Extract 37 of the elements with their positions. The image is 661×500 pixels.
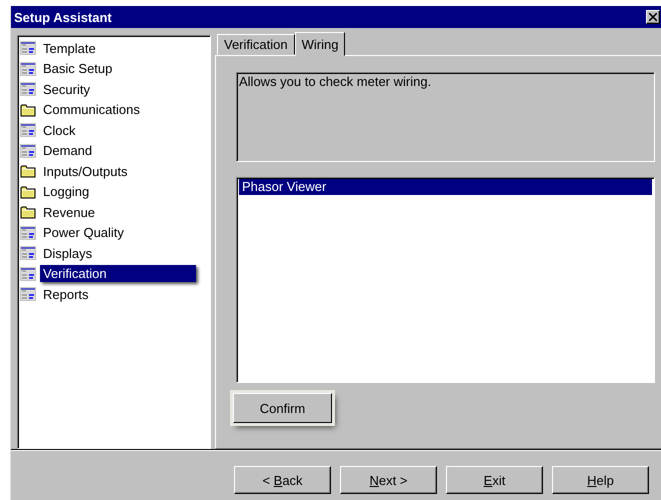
document-icon (20, 81, 36, 98)
tree-item[interactable]: Reports (40, 286, 92, 303)
tree-item[interactable]: Communications (40, 101, 143, 118)
folder-icon (20, 204, 36, 220)
document-icon (20, 224, 36, 241)
tree-item[interactable]: Displays (40, 244, 96, 262)
wizard-button[interactable]: Help (552, 466, 649, 494)
folder-icon (20, 184, 36, 200)
document-icon (20, 122, 36, 138)
folder-icon (20, 102, 36, 118)
tree-item[interactable]: Logging (40, 183, 92, 200)
tree-item[interactable]: Demand (40, 142, 96, 160)
folder-icon (20, 163, 36, 180)
document-icon (20, 142, 36, 159)
wizard-button[interactable]: Next > (340, 466, 437, 494)
document-icon (20, 245, 36, 262)
document-icon (20, 286, 36, 302)
wizard-button[interactable]: < Back (234, 466, 331, 494)
tree-item[interactable]: Verification (40, 265, 196, 282)
document-icon (20, 60, 36, 77)
tree-item[interactable]: Template (40, 40, 99, 57)
tree-item[interactable]: Inputs/Outputs (40, 162, 131, 180)
tree-item[interactable]: Security (40, 80, 93, 98)
tab[interactable]: Verification (217, 34, 295, 55)
list-item[interactable]: Phasor Viewer (239, 179, 652, 195)
tree-item[interactable]: Clock (40, 122, 79, 139)
document-icon (20, 266, 36, 282)
close-button[interactable] (646, 10, 660, 24)
window-title: Setup Assistant (14, 10, 112, 24)
document-icon (20, 40, 36, 56)
description-box: Allows you to check meter wiring. (236, 72, 655, 162)
wizard-button[interactable]: Exit (446, 466, 543, 494)
confirm-button[interactable]: Confirm (233, 393, 332, 423)
tree-item[interactable]: Basic Setup (40, 60, 116, 78)
tree-item[interactable]: Power Quality (40, 224, 127, 242)
tree-item[interactable]: Revenue (40, 204, 98, 221)
tab[interactable]: Wiring (294, 32, 346, 56)
